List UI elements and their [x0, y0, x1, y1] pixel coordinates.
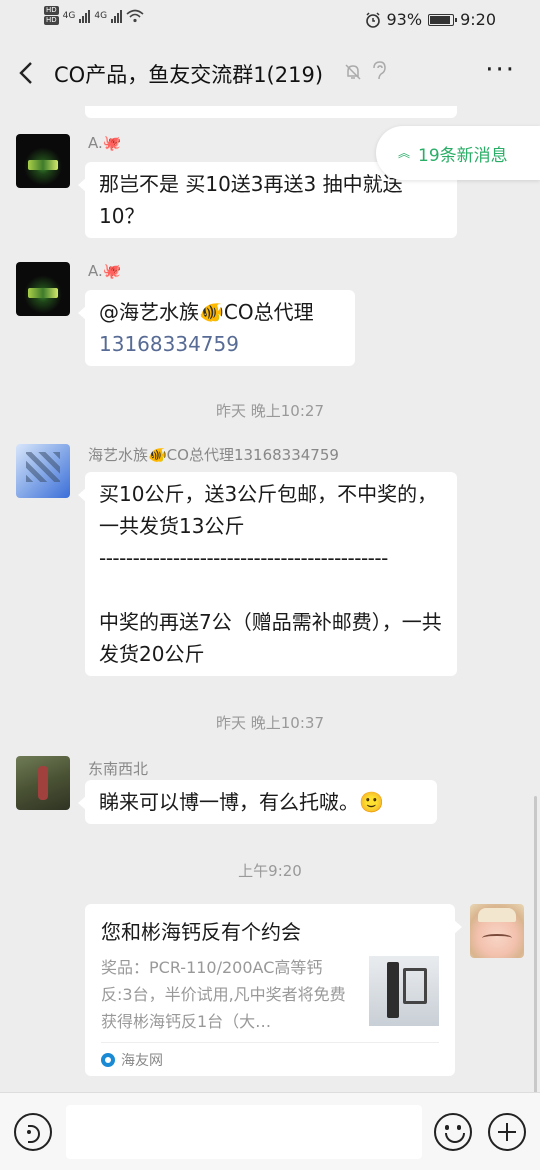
network-indicators: HD HD 4G 4G — [44, 6, 144, 25]
card-title: 您和彬海钙反有个约会 — [101, 920, 301, 944]
message-bubble[interactable]: 买10公斤，送3公斤包邮，不中奖的，一共发货13公斤 -------------… — [78, 472, 457, 676]
sender-name: A.🐙 — [88, 262, 122, 280]
scrollbar[interactable] — [534, 796, 537, 1092]
sender-name: A.🐙 — [88, 134, 122, 152]
chat-title: CO产品，鱼友交流群1(219) — [54, 63, 324, 87]
alarm-icon — [365, 11, 380, 28]
sender-name: 东南西北 — [88, 760, 149, 778]
earpiece-icon — [373, 61, 386, 80]
battery-icon — [428, 13, 458, 26]
card-description: 奖品：PCR-110/200AC高等钙反:3台，半价试用,凡中奖者将免费获得彬海… — [101, 958, 346, 1031]
chat-header: CO产品，鱼友交流群1(219) ··· — [0, 40, 540, 106]
phone-link[interactable]: 13168334759 — [99, 328, 341, 360]
voice-icon[interactable] — [14, 1113, 52, 1151]
message-text: 睇来可以博一博，有么托啵。🙂 — [99, 790, 384, 814]
partial-message-bubble[interactable] — [85, 106, 457, 118]
mute-bell-icon — [345, 64, 361, 80]
plus-icon[interactable] — [488, 1113, 526, 1151]
network-type: 4G — [94, 10, 108, 21]
new-messages-button[interactable]: ︽ 19条新消息 — [376, 126, 540, 180]
input-bar — [0, 1092, 540, 1170]
battery-percent: 93% — [386, 10, 423, 29]
wifi-icon — [126, 9, 144, 22]
message-divider: ----------------------------------------… — [99, 546, 388, 570]
avatar[interactable] — [16, 756, 70, 810]
back-arrow-icon[interactable] — [14, 60, 40, 86]
hd-badge: HD — [44, 16, 59, 25]
card-thumbnail — [369, 956, 439, 1026]
my-avatar[interactable] — [470, 904, 524, 958]
message-text: 买10公斤，送3公斤包邮，不中奖的，一共发货13公斤 — [99, 482, 438, 538]
hd-badges: HD HD — [44, 6, 59, 25]
message-text: 那岂不是 买10送3再送3 抽中就送10？ — [99, 172, 403, 228]
message-input[interactable] — [66, 1105, 422, 1159]
source-logo-icon — [101, 1053, 115, 1067]
card-source-name: 海友网 — [121, 1053, 163, 1069]
more-options-button[interactable]: ··· — [485, 57, 516, 83]
link-card-message[interactable]: 您和彬海钙反有个约会 奖品：PCR-110/200AC高等钙反:3台，半价试用,… — [85, 904, 462, 1076]
avatar[interactable] — [16, 134, 70, 188]
chevron-up-icon: ︽ — [398, 146, 411, 160]
message-bubble[interactable]: 睇来可以博一博，有么托啵。🙂 — [78, 780, 437, 824]
avatar[interactable] — [16, 444, 70, 498]
status-right: 93% 9:20 — [365, 10, 496, 29]
sender-name: 海艺水族🐠CO总代理13168334759 — [88, 446, 339, 464]
status-bar: HD HD 4G 4G 93% 9:20 — [0, 0, 540, 40]
network-type: 4G — [62, 10, 76, 21]
timestamp: 上午9:20 — [238, 862, 302, 880]
emoji-icon[interactable] — [434, 1113, 472, 1151]
timestamp: 昨天 晚上10:27 — [216, 402, 324, 420]
card-source: 海友网 — [101, 1050, 163, 1070]
avatar[interactable] — [16, 262, 70, 316]
hd-badge: HD — [44, 6, 59, 15]
card-divider — [101, 1042, 439, 1043]
clock: 9:20 — [460, 10, 496, 29]
timestamp: 昨天 晚上10:37 — [216, 714, 324, 732]
signal-icon — [111, 9, 123, 23]
signal-icon — [79, 9, 91, 23]
message-bubble[interactable]: @海艺水族🐠CO总代理 13168334759 — [78, 290, 355, 366]
message-list[interactable]: A.🐙 那岂不是 买10送3再送3 抽中就送10？ ︽ 19条新消息 A.🐙 @… — [0, 106, 540, 1092]
message-text: 中奖的再送7公（赠品需补邮费），一共发货20公斤 — [99, 610, 442, 666]
mention-text: @海艺水族🐠CO总代理 — [99, 300, 314, 324]
new-messages-label: 19条新消息 — [418, 145, 508, 166]
